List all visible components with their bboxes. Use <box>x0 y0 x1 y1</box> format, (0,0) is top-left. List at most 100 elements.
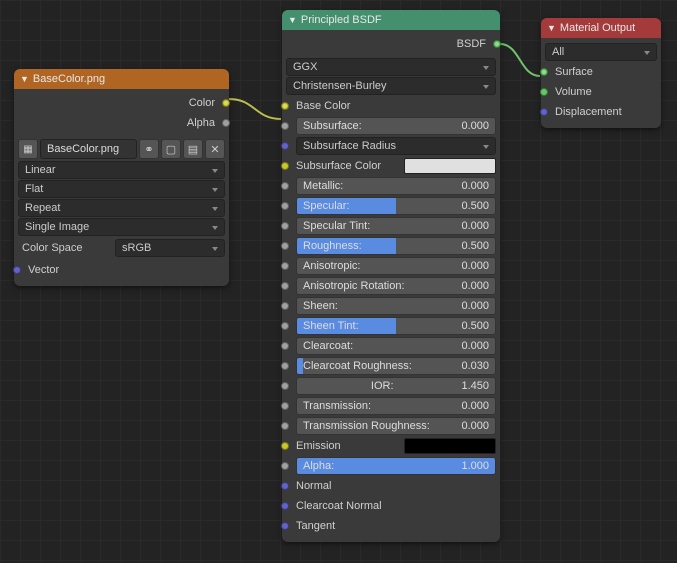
value-slider[interactable]: Sheen Tint:0.500 <box>296 317 496 335</box>
principled-bsdf-node[interactable]: ▼ Principled BSDF BSDF GGX Christensen-B… <box>282 10 500 542</box>
input-label: Tangent <box>286 520 496 532</box>
prop-label: Clearcoat: <box>303 340 461 352</box>
socket-vector-in[interactable] <box>13 266 21 274</box>
value-slider[interactable]: Anisotropic:0.000 <box>296 257 496 275</box>
input-label: Displacement <box>545 106 657 118</box>
socket-in[interactable] <box>281 322 289 330</box>
prop-value: 1.000 <box>461 460 489 472</box>
prop-label: Transmission: <box>303 400 461 412</box>
value-slider[interactable]: Specular Tint:0.000 <box>296 217 496 235</box>
new-image-icon[interactable]: ▢ <box>161 139 181 159</box>
value-slider[interactable]: Metallic:0.000 <box>296 177 496 195</box>
socket-in[interactable] <box>281 442 289 450</box>
value-slider[interactable]: Roughness:0.500 <box>296 237 496 255</box>
socket-bsdf-out[interactable] <box>493 40 501 48</box>
prop-value: 0.000 <box>461 300 489 312</box>
value-slider[interactable]: IOR:1.450 <box>296 377 496 395</box>
value-slider[interactable]: Transmission Roughness:0.000 <box>296 417 496 435</box>
socket-in[interactable] <box>281 522 289 530</box>
node-title: BaseColor.png <box>33 73 105 85</box>
node-header[interactable]: ▼ BaseColor.png <box>14 69 229 89</box>
colorspace-dropdown[interactable]: sRGB <box>115 239 225 257</box>
color-swatch[interactable] <box>404 438 496 454</box>
node-header[interactable]: ▼ Material Output <box>541 18 661 38</box>
collapse-icon[interactable]: ▼ <box>547 23 556 33</box>
target-dropdown[interactable]: All <box>545 43 657 61</box>
image-texture-node[interactable]: ▼ BaseColor.png Color Alpha ▦ BaseColor.… <box>14 69 229 286</box>
prop-value: 0.000 <box>461 340 489 352</box>
socket-in[interactable] <box>281 262 289 270</box>
prop-label: Anisotropic Rotation: <box>303 280 461 292</box>
socket-in[interactable] <box>281 222 289 230</box>
image-name-field[interactable]: BaseColor.png <box>40 139 137 159</box>
prop-value: 0.000 <box>461 420 489 432</box>
projection-dropdown[interactable]: Flat <box>18 180 225 198</box>
socket-color-out[interactable] <box>222 99 230 107</box>
socket-in[interactable] <box>281 122 289 130</box>
source-dropdown[interactable]: Single Image <box>18 218 225 236</box>
collapse-icon[interactable]: ▼ <box>20 74 29 84</box>
value-slider[interactable]: Alpha:1.000 <box>296 457 496 475</box>
value-slider[interactable]: Specular:0.500 <box>296 197 496 215</box>
socket-in[interactable] <box>281 162 289 170</box>
socket-in[interactable] <box>281 422 289 430</box>
prop-dropdown[interactable]: Subsurface Radius <box>296 137 496 155</box>
socket-alpha-out[interactable] <box>222 119 230 127</box>
socket-in[interactable] <box>281 242 289 250</box>
prop-value: 0.000 <box>461 120 489 132</box>
socket-in[interactable] <box>540 68 548 76</box>
socket-in[interactable] <box>281 362 289 370</box>
node-title: Principled BSDF <box>301 14 382 26</box>
prop-label: Anisotropic: <box>303 260 461 272</box>
socket-in[interactable] <box>281 182 289 190</box>
interpolation-dropdown[interactable]: Linear <box>18 161 225 179</box>
socket-in[interactable] <box>281 382 289 390</box>
image-browse-icon[interactable]: ▦ <box>18 139 38 159</box>
prop-label: Subsurface Color <box>286 160 404 172</box>
value-slider[interactable]: Sheen:0.000 <box>296 297 496 315</box>
extension-dropdown[interactable]: Repeat <box>18 199 225 217</box>
node-header[interactable]: ▼ Principled BSDF <box>282 10 500 30</box>
basecolor-label: Base Color <box>286 100 496 112</box>
socket-basecolor-in[interactable] <box>281 102 289 110</box>
colorspace-label: Color Space <box>18 238 113 258</box>
distribution-dropdown[interactable]: GGX <box>286 58 496 76</box>
material-output-node[interactable]: ▼ Material Output All SurfaceVolumeDispl… <box>541 18 661 128</box>
sss-method-dropdown[interactable]: Christensen-Burley <box>286 77 496 95</box>
socket-in[interactable] <box>281 502 289 510</box>
input-label: Surface <box>545 66 657 78</box>
prop-value: 0.500 <box>461 200 489 212</box>
output-color-label: Color <box>18 97 225 109</box>
prop-value: 0.000 <box>461 260 489 272</box>
input-label: Normal <box>286 480 496 492</box>
value-slider[interactable]: Subsurface:0.000 <box>296 117 496 135</box>
value-slider[interactable]: Transmission:0.000 <box>296 397 496 415</box>
prop-value: 0.000 <box>461 400 489 412</box>
socket-in[interactable] <box>281 202 289 210</box>
socket-in[interactable] <box>281 142 289 150</box>
collapse-icon[interactable]: ▼ <box>288 15 297 25</box>
prop-label: Sheen: <box>303 300 461 312</box>
prop-value: 0.500 <box>461 320 489 332</box>
socket-in[interactable] <box>281 402 289 410</box>
socket-in[interactable] <box>281 342 289 350</box>
prop-label: Roughness: <box>303 240 461 252</box>
prop-value: 0.000 <box>461 180 489 192</box>
open-image-icon[interactable]: ▤ <box>183 139 203 159</box>
socket-in[interactable] <box>281 282 289 290</box>
socket-in[interactable] <box>540 88 548 96</box>
socket-in[interactable] <box>281 302 289 310</box>
value-slider[interactable]: Clearcoat:0.000 <box>296 337 496 355</box>
socket-in[interactable] <box>281 462 289 470</box>
output-bsdf-label: BSDF <box>286 38 496 50</box>
socket-in[interactable] <box>540 108 548 116</box>
value-slider[interactable]: Anisotropic Rotation:0.000 <box>296 277 496 295</box>
fake-user-icon[interactable]: ⚭ <box>139 139 159 159</box>
output-alpha-label: Alpha <box>18 117 225 129</box>
unlink-icon[interactable]: ✕ <box>205 139 225 159</box>
value-slider[interactable]: Clearcoat Roughness:0.030 <box>296 357 496 375</box>
color-swatch[interactable] <box>404 158 496 174</box>
socket-in[interactable] <box>281 482 289 490</box>
prop-label: Transmission Roughness: <box>303 420 461 432</box>
node-title: Material Output <box>560 22 635 34</box>
